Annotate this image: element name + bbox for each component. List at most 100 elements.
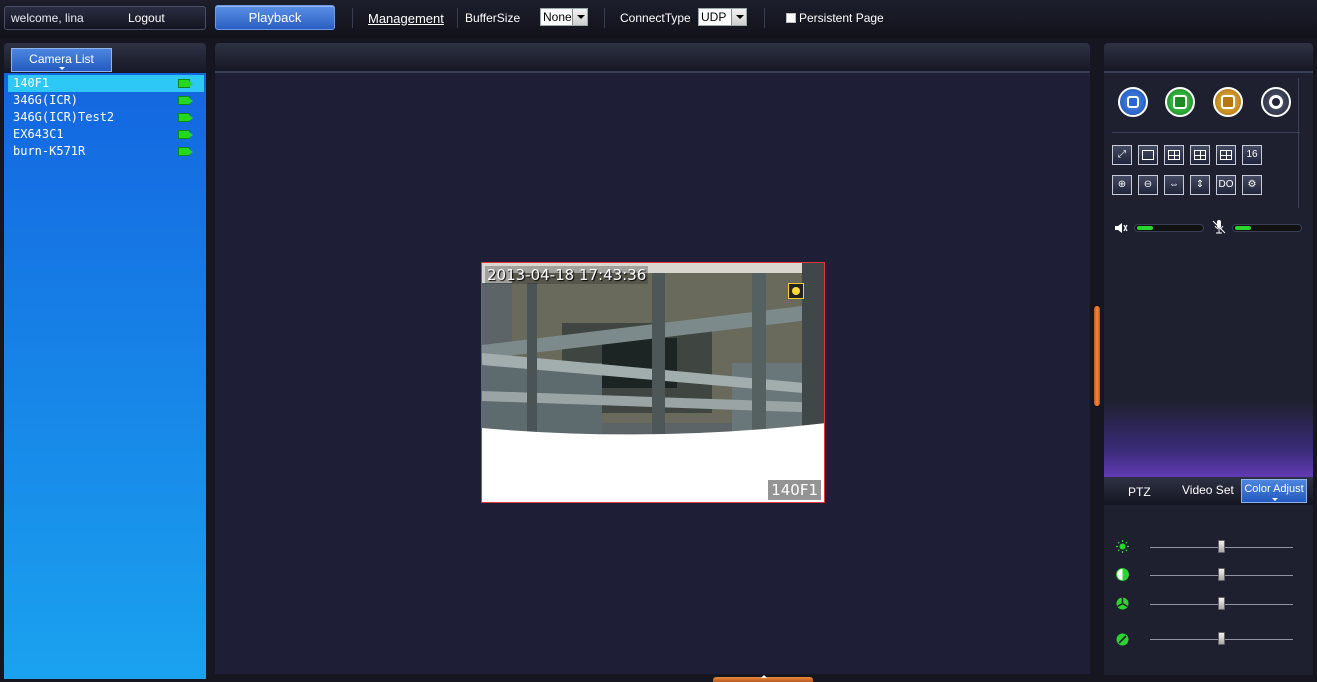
- playback-button[interactable]: Playback: [215, 5, 335, 30]
- control-panel-body: [1104, 73, 1313, 483]
- video-panel-header: [215, 43, 1090, 71]
- speaker-volume-fill: [1137, 226, 1153, 230]
- layout-6-icon: [1194, 150, 1206, 160]
- caret-down-icon: [59, 67, 65, 70]
- record-indicator-icon: [788, 283, 804, 299]
- flip-horizontal-button[interactable]: ⇔: [1164, 175, 1184, 195]
- layout-1-button[interactable]: [1138, 145, 1158, 165]
- digital-output-label: DO: [1218, 179, 1234, 190]
- connect-type-value: UDP: [701, 10, 727, 24]
- zoom-in-icon: ⊕: [1117, 179, 1127, 190]
- divider: [604, 8, 605, 28]
- camera-list-item[interactable]: burn-K571R: [8, 143, 204, 160]
- settings-button[interactable]: [1261, 87, 1291, 117]
- camera-online-icon: [178, 130, 190, 139]
- control-panel-header: [1104, 43, 1313, 71]
- layout-9-button[interactable]: [1216, 145, 1236, 165]
- bottom-collapse-handle[interactable]: [713, 675, 813, 682]
- layout-1-icon: [1142, 150, 1154, 160]
- layout-4-button[interactable]: [1164, 145, 1184, 165]
- tab-camera-list[interactable]: Camera List: [11, 48, 112, 72]
- caret-down-icon: [1272, 498, 1278, 501]
- snapshot-button[interactable]: [1165, 87, 1195, 117]
- microphone-volume-bar[interactable]: [1232, 224, 1302, 232]
- zoom-in-button[interactable]: ⊕: [1112, 175, 1132, 195]
- top-bar: welcome, lina Logout Playback Management…: [0, 0, 1317, 38]
- divider: [1112, 132, 1300, 133]
- contrast-icon: [1116, 568, 1129, 581]
- fullscreen-button[interactable]: ⤢: [1112, 145, 1132, 165]
- flip-vertical-button[interactable]: ⇕: [1190, 175, 1210, 195]
- camera-list-item[interactable]: EX643C1: [8, 126, 204, 143]
- brightness-slider-thumb[interactable]: [1218, 540, 1225, 553]
- persistent-page-label: Persistent Page: [799, 11, 884, 25]
- gear-icon: [1269, 95, 1283, 109]
- camera-list-item[interactable]: 140F1: [8, 75, 204, 92]
- camera-name: 140F1: [13, 76, 50, 90]
- speaker-mute-icon[interactable]: [1114, 222, 1128, 234]
- speaker-volume-bar[interactable]: [1134, 224, 1204, 232]
- video-record-icon: [1221, 95, 1235, 109]
- camera-name: burn-K571R: [13, 144, 86, 158]
- camera-online-icon: [178, 147, 190, 156]
- camera-list-item[interactable]: 346G(ICR)Test2: [8, 109, 204, 126]
- camera-panel-header: Camera List: [4, 43, 206, 73]
- camera-name: 346G(ICR): [13, 93, 79, 107]
- flip-vertical-icon: ⇕: [1195, 179, 1205, 190]
- video-camera-name: 140F1: [768, 480, 821, 500]
- video-image: [482, 263, 824, 502]
- layout-9-icon: [1220, 150, 1232, 160]
- camera-list-item[interactable]: 346G(ICR): [8, 92, 204, 109]
- hue-slider-thumb[interactable]: [1218, 632, 1225, 645]
- divider: [457, 8, 458, 28]
- divider: [1298, 78, 1299, 208]
- layout-6-button[interactable]: [1190, 145, 1210, 165]
- contrast-slider-thumb[interactable]: [1218, 568, 1225, 581]
- logout-button[interactable]: Logout: [128, 11, 165, 25]
- camera-icon: [1173, 95, 1187, 109]
- connect-type-label: ConnectType: [620, 11, 691, 25]
- camera-online-icon: [178, 113, 190, 122]
- stop-button[interactable]: [1118, 87, 1148, 117]
- camera-list: 140F1 346G(ICR) 346G(ICR)Test2 EX643C1 b…: [4, 73, 206, 679]
- right-collapse-handle[interactable]: [1094, 306, 1100, 406]
- persistent-page-checkbox[interactable]: [786, 13, 796, 23]
- layout-16-label: 16: [1246, 149, 1258, 160]
- hue-icon: [1116, 633, 1129, 646]
- chevron-down-icon: [572, 9, 587, 25]
- management-link[interactable]: Management: [368, 11, 444, 26]
- divider: [352, 8, 353, 28]
- tab-camera-list-label: Camera List: [29, 52, 94, 66]
- camera-online-icon: [178, 79, 190, 88]
- tab-color-adjust[interactable]: Color Adjust: [1241, 479, 1307, 503]
- layout-4-icon: [1168, 150, 1180, 160]
- digital-output-button[interactable]: DO: [1216, 175, 1236, 195]
- stop-icon: [1127, 96, 1139, 108]
- color-adjust-panel: [1104, 505, 1313, 675]
- gear-icon: ⚙: [1247, 179, 1257, 190]
- saturation-icon: [1116, 597, 1129, 610]
- tab-color-adjust-label: Color Adjust: [1244, 483, 1304, 495]
- buffer-size-value: None: [543, 10, 572, 24]
- tool-settings-button[interactable]: ⚙: [1242, 175, 1262, 195]
- welcome-text: welcome, lina: [11, 11, 84, 25]
- video-timestamp: 2013-04-18 17:43:36: [485, 266, 649, 284]
- record-button[interactable]: [1213, 87, 1243, 117]
- zoom-out-button[interactable]: ⊖: [1138, 175, 1158, 195]
- saturation-slider-thumb[interactable]: [1218, 597, 1225, 610]
- sun-icon: [1116, 540, 1129, 553]
- layout-16-button[interactable]: 16: [1242, 145, 1262, 165]
- connect-type-select[interactable]: UDP: [698, 8, 747, 26]
- microphone-mute-icon[interactable]: [1212, 219, 1226, 235]
- divider: [764, 8, 765, 28]
- camera-name: 346G(ICR)Test2: [13, 110, 115, 124]
- fullscreen-icon: ⤢: [1118, 149, 1126, 160]
- app-root: welcome, lina Logout Playback Management…: [0, 0, 1317, 682]
- video-window[interactable]: 2013-04-18 17:43:36 140F1: [481, 262, 825, 503]
- flip-horizontal-icon: ⇔: [1169, 179, 1179, 190]
- chevron-down-icon: [731, 9, 746, 25]
- tab-ptz[interactable]: PTZ: [1128, 485, 1151, 499]
- tab-video-set[interactable]: Video Set: [1182, 483, 1234, 497]
- zoom-out-icon: ⊖: [1143, 179, 1153, 190]
- buffer-size-select[interactable]: None: [540, 8, 588, 26]
